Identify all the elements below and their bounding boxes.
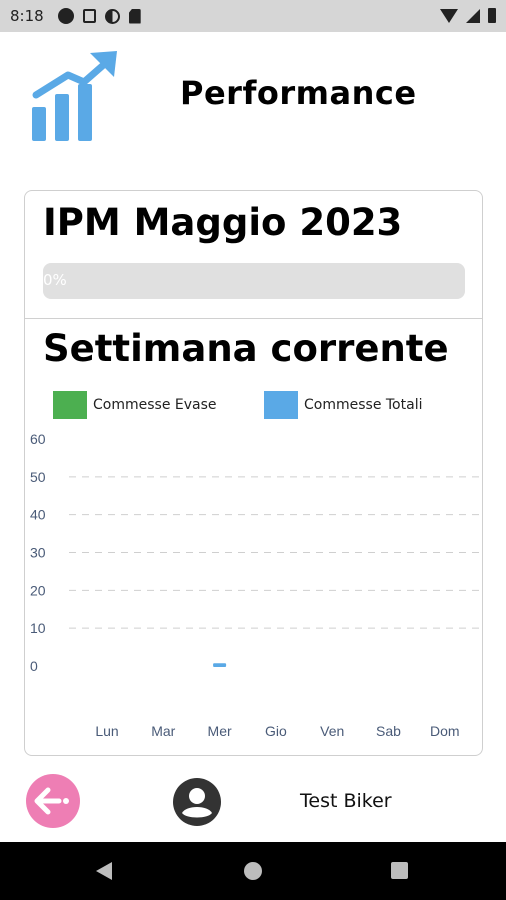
ipm-title: IPM Maggio 2023 [43,201,403,244]
y-tick-label: 20 [30,582,46,598]
half-circle-icon [104,8,120,24]
android-nav-bar [0,842,506,900]
weekly-bar-chart: 0 10 20 30 40 50 60 Lun Mar Mer Gio Ven Sab Dom [30,431,480,739]
y-tick-label: 30 [30,545,46,561]
progress-text: 0% [43,271,67,289]
wifi-icon [440,8,458,23]
x-tick-label: Lun [95,723,118,739]
recents-square-icon[interactable] [391,862,408,879]
y-tick-label: 50 [30,469,46,485]
signal-icon [466,8,480,23]
x-tick-label: Sab [376,723,401,739]
y-tick-label: 0 [30,658,38,674]
x-tick-label: Ven [320,723,344,739]
status-time: 8:18 [10,7,44,25]
section-divider [25,318,482,319]
week-title: Settimana corrente [43,327,449,370]
battery-icon [488,8,496,23]
home-circle-icon[interactable] [244,862,262,880]
legend-label-evase: Commesse Evase [93,397,217,413]
arrow-left-icon [34,787,69,815]
bar-commesse-totali [213,663,227,667]
ipm-progress-bar: 0% [43,263,465,299]
legend-item-totali[interactable]: Commesse Totali [264,391,422,419]
sim-card-icon [128,8,141,24]
legend-label-totali: Commesse Totali [304,397,423,413]
x-tick-label: Mar [151,723,175,739]
y-tick-label: 40 [30,507,46,523]
growth-chart-icon [32,51,117,141]
status-system-icons [440,8,496,23]
performance-card: IPM Maggio 2023 0% Settimana corrente Co… [24,190,483,756]
record-icon [57,8,74,24]
x-tick-label: Dom [430,723,460,739]
legend-swatch-evase [53,391,87,419]
y-tick-label: 10 [30,620,46,636]
legend-item-evase[interactable]: Commesse Evase [53,391,217,419]
x-tick-label: Gio [265,723,287,739]
legend-swatch-totali [264,391,298,419]
y-tick-label: 60 [30,431,46,447]
user-name: Test Biker [300,790,392,812]
a-box-icon [82,9,96,23]
x-tick-label: Mer [208,723,232,739]
status-notifications [57,8,141,24]
back-button[interactable] [26,774,80,828]
back-triangle-icon[interactable] [96,862,112,880]
status-bar: 8:18 [0,0,506,32]
page-title: Performance [180,74,417,112]
account-circle-icon[interactable] [172,777,222,827]
